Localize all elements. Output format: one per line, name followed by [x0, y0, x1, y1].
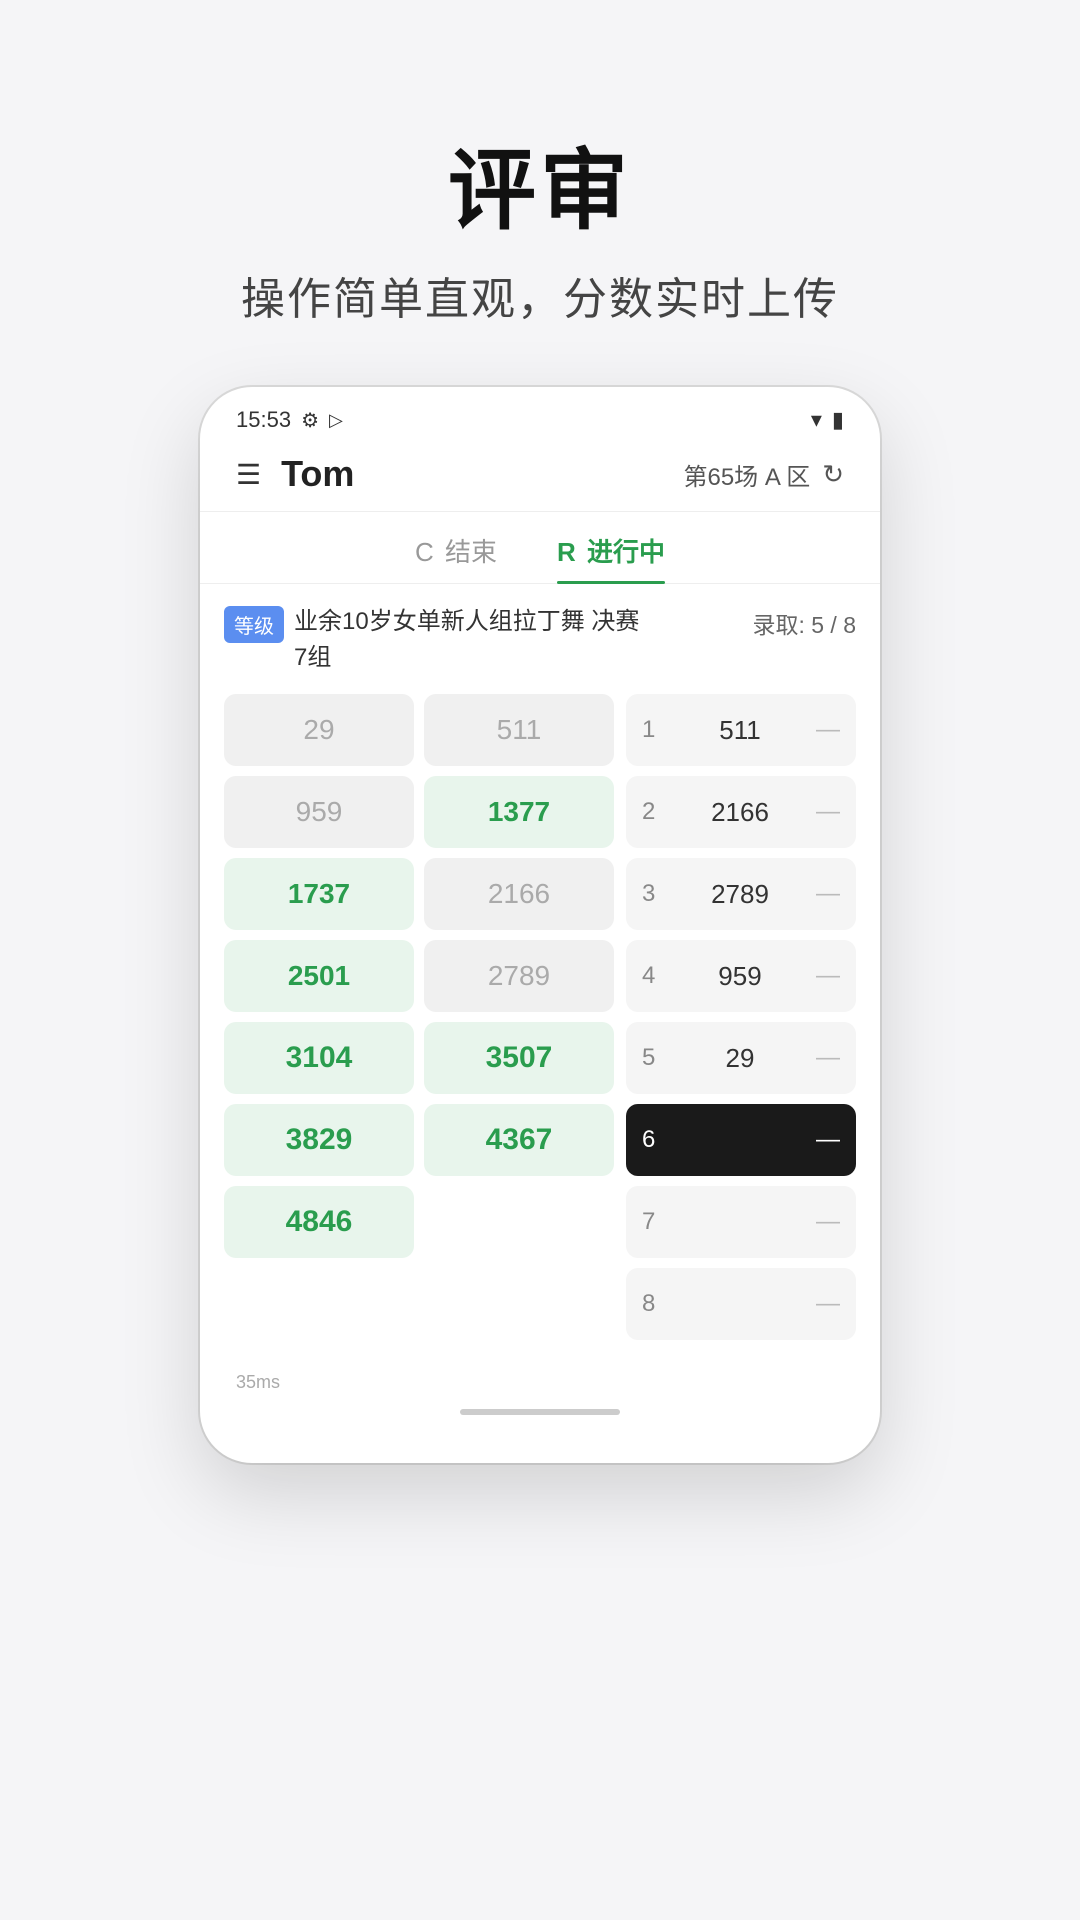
rank-number: 3	[642, 880, 670, 908]
num-cell[interactable]: 4846	[224, 1186, 414, 1258]
rank-row-3[interactable]: 3 2789 —	[626, 858, 856, 930]
num-cell[interactable]: 2501	[224, 940, 414, 1012]
page-subtitle: 操作简单直观，分数实时上传	[241, 263, 839, 327]
rank-dash: —	[816, 962, 840, 990]
play-icon: ▷	[329, 410, 343, 431]
rank-number: 4	[642, 962, 670, 990]
num-cell[interactable]: 3507	[424, 1022, 614, 1094]
num-cell[interactable]: 511	[424, 694, 614, 766]
rank-row-2[interactable]: 2 2166 —	[626, 776, 856, 848]
rank-number: 1	[642, 716, 670, 744]
tab-bar: C 结束 R 进行中	[200, 512, 880, 584]
tab-ended[interactable]: C 结束	[415, 532, 497, 583]
category-title: 业余10岁女单新人组拉丁舞 决赛7组	[294, 604, 740, 676]
rank-value: 959	[670, 961, 810, 992]
wifi-icon: ▾	[811, 407, 822, 433]
rank-dash: —	[816, 798, 840, 826]
rank-row-7[interactable]: 7 —	[626, 1186, 856, 1258]
session-info: 第65场 A 区	[683, 457, 810, 492]
rank-value: 2789	[670, 879, 810, 910]
rank-number: 2	[642, 798, 670, 826]
rank-row-8[interactable]: 8 —	[626, 1268, 856, 1340]
num-cell[interactable]: 2166	[424, 858, 614, 930]
num-cell[interactable]: 3829	[224, 1104, 414, 1176]
rank-number: 7	[642, 1208, 670, 1236]
time-display: 15:53	[236, 407, 291, 433]
category-row: 等级 业余10岁女单新人组拉丁舞 决赛7组 录取: 5 / 8	[224, 604, 856, 676]
num-cell[interactable]: 1377	[424, 776, 614, 848]
left-row-6: 4846	[224, 1186, 614, 1258]
left-row-2: 1737 2166	[224, 858, 614, 930]
menu-icon[interactable]: ☰	[236, 458, 261, 491]
status-right: ▾ ▮	[811, 407, 844, 433]
content-area: 等级 业余10岁女单新人组拉丁舞 决赛7组 录取: 5 / 8 29 511 9…	[200, 584, 880, 1360]
page-title: 评审	[241, 120, 839, 247]
phone-frame: 15:53 ⚙ ▷ ▾ ▮ ☰ Tom 第65场 A 区 ↻ C 结束 R 进行…	[200, 387, 880, 1463]
num-cell[interactable]: 4367	[424, 1104, 614, 1176]
rank-row-6[interactable]: 6 —	[626, 1104, 856, 1176]
rank-dash: —	[816, 1126, 840, 1154]
header-left: ☰ Tom	[236, 453, 354, 495]
refresh-icon[interactable]: ↻	[822, 459, 844, 490]
header-right: 第65场 A 区 ↻	[683, 457, 844, 492]
gear-icon: ⚙	[301, 408, 319, 433]
tab-ongoing[interactable]: R 进行中	[557, 532, 665, 583]
rank-row-4[interactable]: 4 959 —	[626, 940, 856, 1012]
rank-row-5[interactable]: 5 29 —	[626, 1022, 856, 1094]
app-title: Tom	[281, 453, 354, 495]
page-header: 评审 操作简单直观，分数实时上传	[241, 0, 839, 387]
left-row-0: 29 511	[224, 694, 614, 766]
left-row-3: 2501 2789	[224, 940, 614, 1012]
rank-value: 2166	[670, 797, 810, 828]
rank-dash: —	[816, 1208, 840, 1236]
num-cell[interactable]: 1737	[224, 858, 414, 930]
phone-footer: 35ms	[200, 1360, 880, 1393]
rank-dash: —	[816, 880, 840, 908]
rank-number: 8	[642, 1290, 670, 1318]
rank-value: 29	[670, 1043, 810, 1074]
num-cell[interactable]: 29	[224, 694, 414, 766]
home-indicator	[460, 1409, 620, 1415]
left-grid: 29 511 959 1377 1737 2166 2501 2789	[224, 694, 614, 1340]
rank-row-1[interactable]: 1 511 —	[626, 694, 856, 766]
battery-icon: ▮	[832, 407, 844, 433]
num-cell[interactable]: 959	[224, 776, 414, 848]
rank-dash: —	[816, 716, 840, 744]
app-header: ☰ Tom 第65场 A 区 ↻	[200, 441, 880, 512]
grid-area: 29 511 959 1377 1737 2166 2501 2789	[224, 694, 856, 1340]
num-cell[interactable]: 3104	[224, 1022, 414, 1094]
admission-info: 录取: 5 / 8	[740, 606, 856, 640]
status-left: 15:53 ⚙ ▷	[236, 407, 343, 433]
left-row-4: 3104 3507	[224, 1022, 614, 1094]
num-cell[interactable]: 2789	[424, 940, 614, 1012]
grade-badge: 等级	[224, 606, 284, 643]
footer-time: 35ms	[236, 1372, 280, 1393]
rank-value: 511	[670, 715, 810, 746]
rank-number: 6	[642, 1126, 670, 1154]
left-row-5: 3829 4367	[224, 1104, 614, 1176]
rank-dash: —	[816, 1290, 840, 1318]
category-left: 等级 业余10岁女单新人组拉丁舞 决赛7组	[224, 604, 740, 676]
left-row-1: 959 1377	[224, 776, 614, 848]
rank-number: 5	[642, 1044, 670, 1072]
status-bar: 15:53 ⚙ ▷ ▾ ▮	[200, 387, 880, 441]
rank-dash: —	[816, 1044, 840, 1072]
rank-list: 1 511 — 2 2166 — 3 2789 — 4 959 —	[626, 694, 856, 1340]
